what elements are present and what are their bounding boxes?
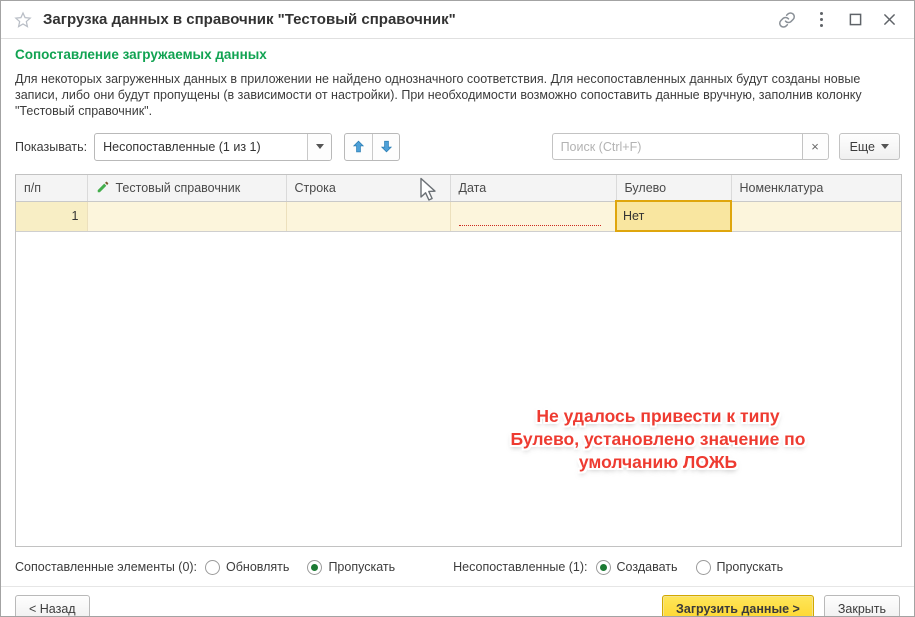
more-button[interactable]: Еще [839,133,900,160]
filter-combobox[interactable]: Несопоставленные (1 из 1) [94,133,332,161]
radio-button-icon[interactable] [696,560,711,575]
table-header-row: п/п Тестовый справочник Строка Дата Буле… [16,175,901,201]
radio-unmatched-skip[interactable]: Пропускать [696,560,784,575]
arrow-up-icon [351,139,366,154]
page-title: Сопоставление загружаемых данных [15,47,900,62]
load-data-button[interactable]: Загрузить данные > [662,595,814,617]
column-header-nomenclature[interactable]: Номенклатура [731,175,901,201]
cell-nomenclature[interactable] [731,201,901,231]
error-annotation: Не удалось привести к типу Булево, устан… [448,405,868,474]
cell-string[interactable] [286,201,450,231]
radio-unmatched-create[interactable]: Создавать [596,560,678,575]
next-unmatched-button[interactable] [372,134,399,160]
radio-unmatched-skip-label[interactable]: Пропускать [717,560,784,574]
cell-test-catalog[interactable] [87,201,286,231]
navigation-arrows [344,133,400,161]
search-input[interactable] [552,133,802,160]
filter-combobox-dropdown-button[interactable] [307,134,331,160]
toolbar: Показывать: Несопоставленные (1 из 1) × [15,132,900,161]
radio-unmatched-create-label[interactable]: Создавать [617,560,678,574]
column-header-test-catalog-label: Тестовый справочник [116,181,241,195]
radio-matched-skip[interactable]: Пропускать [307,560,395,575]
table-row: 1 Нет [16,201,901,231]
chevron-down-icon [316,144,324,149]
column-header-string[interactable]: Строка [286,175,450,201]
error-annotation-line2: Булево, установлено значение по [448,428,868,451]
error-underline [459,225,602,226]
load-options-row: Сопоставленные элементы (0): Обновлять П… [15,556,900,578]
chevron-down-icon [881,144,889,149]
radio-matched-update-label[interactable]: Обновлять [226,560,289,574]
description-text: Для некоторых загруженных данных в прило… [15,71,887,119]
cell-date[interactable] [450,201,616,231]
maximize-button[interactable] [842,7,868,33]
search-box: × [552,133,829,160]
arrow-down-icon [379,139,394,154]
search-clear-button[interactable]: × [802,133,829,160]
radio-matched-update[interactable]: Обновлять [205,560,289,575]
radio-button-icon[interactable] [205,560,220,575]
radio-button-icon[interactable] [307,560,322,575]
pencil-edit-icon [96,180,110,194]
footer-button-bar: < Назад Загрузить данные > Закрыть [1,586,914,617]
column-header-boolean[interactable]: Булево [616,175,731,201]
window-title: Загрузка данных в справочник "Тестовый с… [43,11,456,28]
mapping-table-area: п/п Тестовый справочник Строка Дата Буле… [15,174,902,547]
radio-matched-skip-label[interactable]: Пропускать [328,560,395,574]
column-header-test-catalog[interactable]: Тестовый справочник [87,175,286,201]
column-header-date[interactable]: Дата [450,175,616,201]
kebab-dots [820,12,823,27]
mapping-table: п/п Тестовый справочник Строка Дата Буле… [16,175,901,232]
show-filter-label: Показывать: [15,140,87,154]
favorite-star-icon[interactable] [13,10,33,30]
app-window: Загрузка данных в справочник "Тестовый с… [0,0,915,617]
filter-combobox-value[interactable]: Несопоставленные (1 из 1) [95,134,307,160]
content-area: Сопоставление загружаемых данных Для нек… [1,39,914,578]
cell-boolean-selected[interactable]: Нет [616,201,731,231]
error-annotation-line3: умолчанию ЛОЖЬ [448,451,868,474]
close-form-button[interactable]: Закрыть [824,595,900,617]
unmatched-options-label: Несопоставленные (1): [453,560,587,574]
more-button-label: Еще [850,140,875,154]
cell-row-number[interactable]: 1 [16,201,87,231]
get-link-icon[interactable] [774,7,800,33]
more-menu-kebab-icon[interactable] [808,7,834,33]
matched-options-label: Сопоставленные элементы (0): [15,560,197,574]
prev-unmatched-button[interactable] [345,134,372,160]
column-header-num[interactable]: п/п [16,175,87,201]
radio-button-icon[interactable] [596,560,611,575]
error-annotation-line1: Не удалось привести к типу [448,405,868,428]
title-bar: Загрузка данных в справочник "Тестовый с… [1,1,914,39]
close-button[interactable] [876,7,902,33]
back-button[interactable]: < Назад [15,595,90,617]
